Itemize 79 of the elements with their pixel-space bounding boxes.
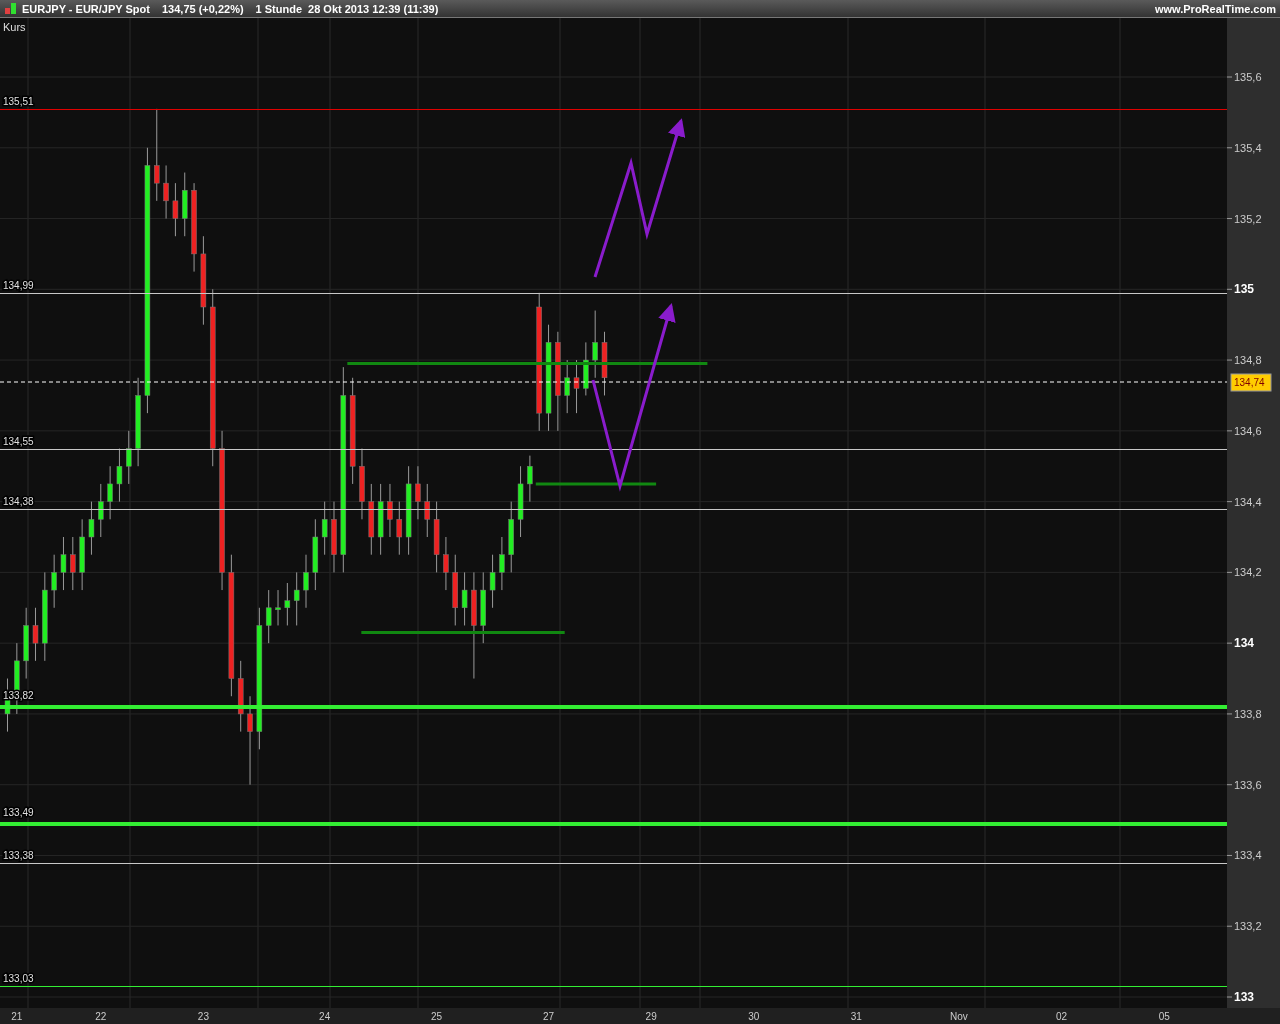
time-tick-label: Nov (950, 1011, 968, 1022)
candle (461, 571, 468, 626)
time-tick-label: 22 (95, 1011, 107, 1022)
candle (98, 483, 104, 538)
candle (172, 182, 179, 237)
price-tick-label: 135,4 (1234, 141, 1262, 154)
date-time: 28 Okt 2013 12:39 (11:39) (308, 2, 439, 15)
price-tick-label: 133,4 (1234, 849, 1262, 862)
price-tick-label: 133,6 (1234, 778, 1262, 791)
price-tick-label: 135,2 (1234, 212, 1262, 225)
level-label: 134,38 (3, 495, 34, 507)
time-tick-label: 02 (1056, 1011, 1068, 1022)
candle (51, 554, 57, 609)
candle (601, 331, 608, 396)
level-label: 133,03 (3, 973, 34, 985)
price-tick-label: 134 (1234, 636, 1255, 651)
candlestick-icon (4, 1, 18, 16)
candle (359, 448, 365, 520)
panel-label: Kurs (3, 21, 26, 33)
price-tick-label: 133,2 (1234, 920, 1262, 933)
level-label: 134,99 (3, 279, 34, 291)
time-tick-label: 31 (850, 1011, 862, 1022)
price-tick-label: 134,8 (1234, 354, 1262, 367)
candle (284, 582, 291, 626)
candle (592, 310, 598, 379)
time-tick-label: 29 (645, 1011, 657, 1022)
level-label: 134,55 (3, 435, 34, 447)
candle (387, 483, 393, 538)
candle (163, 164, 169, 220)
candle (433, 501, 440, 573)
candle (443, 536, 449, 591)
time-tick-label: 24 (319, 1011, 331, 1022)
time-tick-label: 21 (11, 1011, 23, 1022)
candle (424, 483, 430, 538)
level-label: 133,49 (3, 806, 34, 818)
candle (107, 465, 113, 520)
price-tick-label: 135,6 (1234, 71, 1262, 83)
candle (331, 501, 337, 573)
candle (88, 501, 95, 556)
candle (508, 501, 514, 573)
period-label: 1 Stunde (255, 2, 303, 15)
candle (126, 430, 132, 485)
time-tick-label: 30 (748, 1011, 760, 1022)
candle (489, 554, 496, 609)
current-price-badge (1230, 373, 1272, 392)
time-tick-label: 05 (1158, 1011, 1170, 1022)
candle (303, 554, 309, 609)
candle (60, 536, 67, 591)
candle (527, 455, 533, 503)
price-tick-label: 134,4 (1234, 495, 1262, 508)
price-tick-label: 135 (1234, 282, 1255, 297)
price-tick-label: 134,2 (1234, 566, 1262, 579)
candle (452, 554, 458, 626)
candle (32, 607, 39, 662)
candle (293, 571, 300, 626)
candle (396, 501, 403, 556)
website-link[interactable]: www.ProRealTime.com (1154, 2, 1276, 15)
price-change: 134,75 (+0,22%) (161, 2, 244, 15)
candle (321, 501, 328, 556)
candle (116, 448, 123, 503)
candle (573, 359, 580, 414)
time-tick-label: 27 (543, 1011, 555, 1022)
price-tick-label: 134,6 (1234, 424, 1262, 437)
candle (70, 536, 76, 591)
candle (265, 589, 272, 644)
instrument-title: EURJPY - EUR/JPY Spot (22, 2, 150, 15)
candle (583, 341, 589, 396)
candle (415, 465, 421, 520)
level-label: 135,51 (3, 95, 34, 107)
current-price-label: 134,74 (1234, 377, 1265, 388)
candle (499, 536, 505, 591)
time-tick-label: 23 (197, 1011, 209, 1022)
level-label: 133,38 (3, 849, 34, 861)
price-tick-label: 133,8 (1234, 707, 1262, 720)
time-tick-label: 25 (431, 1011, 443, 1022)
price-tick-label: 133 (1234, 990, 1255, 1004)
candle (564, 359, 570, 414)
candle (275, 589, 281, 626)
candle (182, 172, 188, 237)
